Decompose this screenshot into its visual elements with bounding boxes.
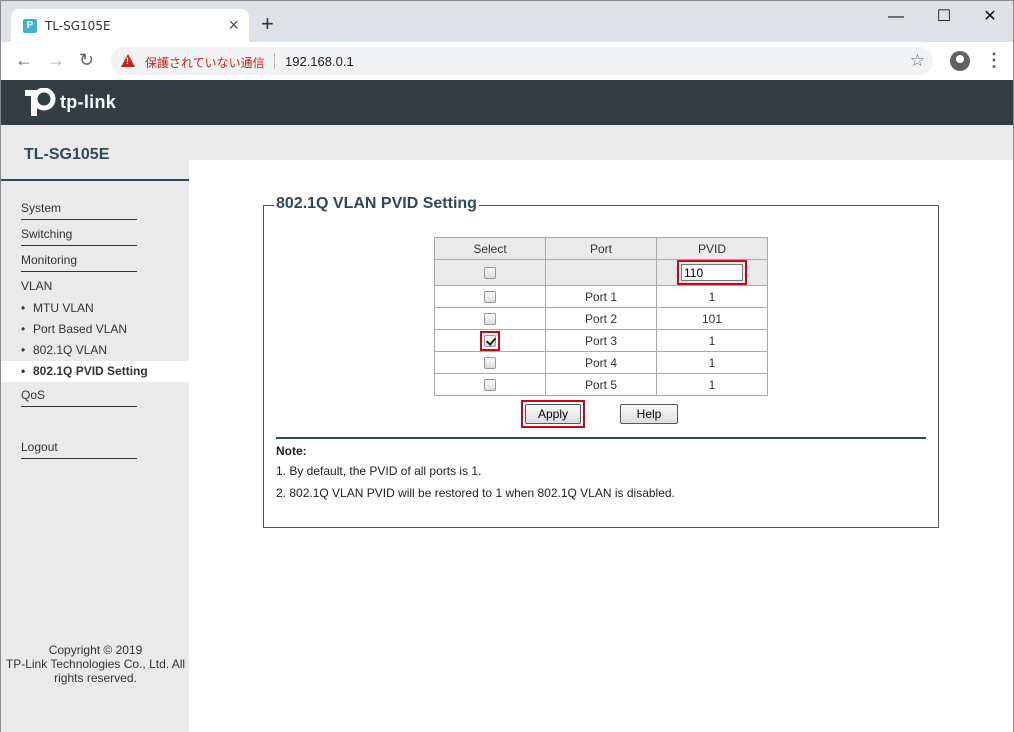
sidebar-subitem-label: 802.1Q PVID Setting bbox=[33, 364, 148, 378]
column-header-pvid: PVID bbox=[656, 237, 768, 260]
bullet-icon: • bbox=[21, 343, 26, 357]
sidebar-subitem-label: Port Based VLAN bbox=[33, 322, 128, 336]
tab-title: TL-SG105E bbox=[45, 19, 111, 33]
sidebar-item-logout[interactable]: Logout bbox=[21, 440, 137, 459]
table-row: Port 2 101 bbox=[434, 307, 768, 330]
sidebar-subitem-label: MTU VLAN bbox=[33, 301, 94, 315]
table-row: Port 3 1 bbox=[434, 329, 768, 352]
bookmark-star-icon[interactable]: ☆ bbox=[910, 51, 925, 71]
select-all-cell bbox=[434, 259, 546, 286]
port-cell: Port 4 bbox=[545, 351, 657, 374]
note-divider bbox=[276, 437, 926, 439]
bullet-icon: • bbox=[21, 301, 26, 315]
sidebar-subitem-pvid-setting[interactable]: • 802.1Q PVID Setting bbox=[1, 361, 190, 382]
copyright-line: rights reserved. bbox=[54, 671, 137, 685]
profile-icon[interactable] bbox=[950, 51, 970, 71]
pvid-cell: 1 bbox=[656, 351, 768, 374]
pvid-input[interactable] bbox=[681, 264, 743, 281]
copyright-line: Copyright © 2019 bbox=[48, 643, 143, 657]
port-3-checkbox[interactable] bbox=[484, 334, 496, 347]
app-header: tp-link bbox=[0, 80, 1014, 125]
table-header-row: Select Port PVID bbox=[434, 237, 768, 260]
window-close-icon[interactable]: ✕ bbox=[967, 7, 1013, 27]
sidebar-item-monitoring[interactable]: Monitoring bbox=[21, 253, 137, 272]
tab-close-icon[interactable]: × bbox=[228, 16, 239, 34]
sidebar-subitem-label: 802.1Q VLAN bbox=[33, 343, 108, 357]
pvid-cell: 1 bbox=[656, 329, 768, 352]
select-cell bbox=[434, 373, 546, 396]
select-cell bbox=[434, 329, 546, 352]
select-cell bbox=[434, 285, 546, 308]
port-cell: Port 2 bbox=[545, 307, 657, 330]
port-1-checkbox[interactable] bbox=[484, 291, 496, 304]
pvid-input-highlight bbox=[677, 260, 747, 285]
pvid-input-cell bbox=[656, 259, 768, 286]
copyright-line: TP-Link Technologies Co., Ltd. All bbox=[5, 657, 186, 671]
note-text: 1. By default, the PVID of all ports is … bbox=[276, 464, 482, 478]
pvid-table: Select Port PVID Port 1 1 Por bbox=[434, 237, 768, 396]
maximize-icon[interactable]: ☐ bbox=[921, 7, 967, 27]
tp-link-favicon-icon: P bbox=[23, 19, 37, 33]
sidebar-item-qos[interactable]: QoS bbox=[21, 388, 137, 407]
note-text: 2. 802.1Q VLAN PVID will be restored to … bbox=[276, 486, 675, 500]
back-icon[interactable]: ← bbox=[15, 50, 33, 70]
bullet-icon: • bbox=[21, 364, 26, 378]
port-cell: Port 5 bbox=[545, 373, 657, 396]
port-cell: Port 1 bbox=[545, 285, 657, 308]
sidebar-item-system[interactable]: System bbox=[21, 201, 137, 220]
minimize-icon[interactable]: — bbox=[873, 7, 919, 27]
browser-tab[interactable]: P TL-SG105E × bbox=[11, 9, 249, 43]
select-cell bbox=[434, 351, 546, 374]
browser-toolbar: ← → ↻ 保護されていない通信 192.168.0.1 ☆ ⋮ bbox=[0, 42, 1014, 80]
column-header-select: Select bbox=[434, 237, 546, 260]
panel-title: 802.1Q VLAN PVID Setting bbox=[274, 195, 479, 213]
address-bar[interactable]: 保護されていない通信 192.168.0.1 ☆ bbox=[111, 47, 933, 75]
table-row-select-all bbox=[434, 259, 768, 286]
tp-link-logo-icon bbox=[25, 88, 56, 116]
logo-text: tp-link bbox=[60, 92, 117, 112]
new-tab-icon[interactable]: + bbox=[261, 13, 274, 35]
sidebar-item-vlan[interactable]: VLAN bbox=[21, 279, 137, 297]
port-4-checkbox[interactable] bbox=[484, 357, 496, 370]
pvid-cell: 1 bbox=[656, 285, 768, 308]
select-cell bbox=[434, 307, 546, 330]
sidebar-subitem-mtu-vlan[interactable]: • MTU VLAN bbox=[21, 301, 94, 315]
omnibox-divider bbox=[274, 53, 275, 69]
apply-highlight: Apply bbox=[521, 400, 585, 428]
model-bar: TL-SG105E bbox=[0, 125, 1014, 163]
table-row: Port 5 1 bbox=[434, 373, 768, 396]
main-content: 802.1Q VLAN PVID Setting Select Port PVI… bbox=[189, 160, 1014, 732]
security-warning[interactable]: 保護されていない通信 bbox=[145, 54, 265, 71]
browser-titlebar: P TL-SG105E × + — ☐ ✕ bbox=[0, 0, 1014, 43]
sidebar-divider bbox=[1, 179, 190, 181]
table-row: Port 4 1 bbox=[434, 351, 768, 374]
forward-icon[interactable]: → bbox=[47, 50, 65, 70]
url-text[interactable]: 192.168.0.1 bbox=[285, 54, 354, 69]
empty-port-cell bbox=[545, 259, 657, 286]
bullet-icon: • bbox=[21, 322, 26, 336]
warning-icon bbox=[121, 54, 135, 67]
select-all-checkbox[interactable] bbox=[484, 267, 496, 280]
sidebar: System Switching Monitoring VLAN • MTU VL… bbox=[0, 160, 190, 732]
port-2-checkbox[interactable] bbox=[484, 313, 496, 326]
sidebar-item-switching[interactable]: Switching bbox=[21, 227, 137, 246]
pvid-setting-panel: 802.1Q VLAN PVID Setting Select Port PVI… bbox=[263, 195, 939, 528]
apply-button[interactable]: Apply bbox=[525, 404, 581, 424]
help-button[interactable]: Help bbox=[620, 404, 678, 424]
port-cell: Port 3 bbox=[545, 329, 657, 352]
note-title: Note: bbox=[276, 444, 307, 458]
browser-menu-icon[interactable]: ⋮ bbox=[985, 50, 1003, 70]
pvid-cell: 1 bbox=[656, 373, 768, 396]
table-row: Port 1 1 bbox=[434, 285, 768, 308]
pvid-cell: 101 bbox=[656, 307, 768, 330]
column-header-port: Port bbox=[545, 237, 657, 260]
reload-icon[interactable]: ↻ bbox=[79, 50, 94, 70]
checkbox-highlight bbox=[480, 330, 500, 351]
sidebar-subitem-port-based-vlan[interactable]: • Port Based VLAN bbox=[21, 322, 127, 336]
port-5-checkbox[interactable] bbox=[484, 379, 496, 392]
sidebar-subitem-8021q-vlan[interactable]: • 802.1Q VLAN bbox=[21, 343, 107, 357]
copyright: Copyright © 2019 TP-Link Technologies Co… bbox=[1, 643, 190, 685]
